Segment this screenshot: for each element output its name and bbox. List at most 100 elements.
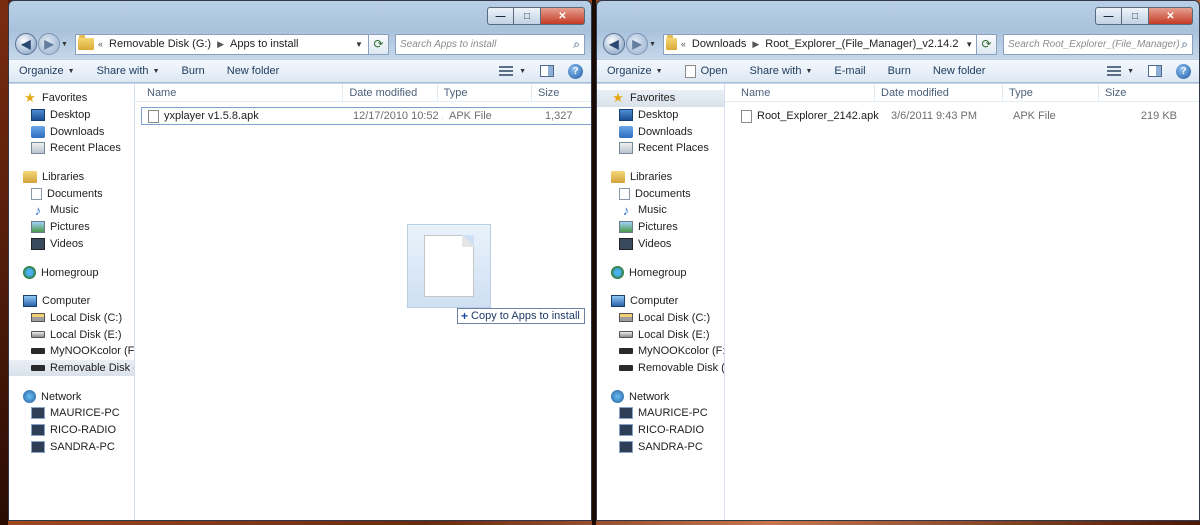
address-bar[interactable]: « Removable Disk (G:) ▶ Apps to install … [75,33,369,55]
change-view-icon[interactable] [1107,65,1122,77]
nav-favorites[interactable]: ★ Favorites [9,90,134,107]
breadcrumb-separator-icon[interactable]: ▶ [217,39,224,50]
nav-sandra-pc[interactable]: SANDRA-PC [9,438,134,455]
preview-pane-icon[interactable] [540,65,554,77]
minimize-button[interactable]: — [1095,7,1122,25]
nav-music[interactable]: ♪ Music [9,202,134,219]
nav-local-disk-e[interactable]: Local Disk (E:) [9,326,134,343]
nav-documents[interactable]: Documents [9,185,134,202]
nav-desktop[interactable]: Desktop [9,107,134,124]
view-options-dropdown[interactable]: ▼ [515,68,526,75]
nav-rico-radio[interactable]: RICO-RADIO [597,422,724,439]
forward-button[interactable]: ▶ [38,33,60,55]
nav-computer[interactable]: Computer [597,293,724,310]
burn-button[interactable]: Burn [888,65,911,77]
column-header-type[interactable]: Type [1003,84,1099,101]
new-folder-button[interactable]: New folder [933,65,986,77]
nav-maurice-pc[interactable]: MAURICE-PC [597,405,724,422]
nav-removable-disk-g[interactable]: Removable Disk (G:) [597,360,724,377]
nav-music[interactable]: ♪ Music [597,202,724,219]
column-header-name[interactable]: Name [135,84,344,101]
close-button[interactable]: ✕ [541,7,585,25]
table-row[interactable]: yxplayer v1.5.8.apk 12/17/2010 10:52 ...… [141,107,591,125]
nav-maurice-pc[interactable]: MAURICE-PC [9,405,134,422]
nav-removable-disk-g[interactable]: Removable Disk (G:) [9,359,134,377]
nav-local-disk-c[interactable]: Local Disk (C:) [597,310,724,327]
share-with-button[interactable]: Share with ▼ [97,65,160,77]
nav-network[interactable]: Network [597,388,724,405]
organize-button[interactable]: Organize ▼ [19,65,75,77]
nav-homegroup[interactable]: Homegroup [597,264,724,281]
change-view-icon[interactable] [499,65,514,77]
nav-libraries[interactable]: Libraries [9,169,134,186]
search-icon[interactable]: ⌕ [573,37,580,52]
share-with-button[interactable]: Share with ▼ [750,65,813,77]
nav-desktop[interactable]: Desktop [597,107,724,124]
address-bar[interactable]: « Downloads ▶ Root_Explorer_(File_Manage… [663,33,977,55]
back-button[interactable]: ◀ [15,33,37,55]
breadcrumb-item[interactable]: Root_Explorer_(File_Manager)_v2.14.2 [765,38,958,50]
address-dropdown-icon[interactable]: ▼ [964,40,974,49]
recent-pages-dropdown[interactable]: ▼ [649,41,659,48]
breadcrumb-item[interactable]: Downloads [692,38,746,50]
file-list[interactable]: Name Date modified Type Size yxplayer v1… [135,84,591,520]
organize-button[interactable]: Organize ▼ [607,65,663,77]
explorer-window-left[interactable]: — □ ✕ ◀ ▶ ▼ « Removable Disk (G:) ▶ Apps… [8,0,592,521]
nav-computer[interactable]: Computer [9,293,134,310]
column-header-size[interactable]: Size [1099,84,1179,101]
email-button[interactable]: E-mail [834,65,865,77]
nav-local-disk-c[interactable]: Local Disk (C:) [9,310,134,327]
address-dropdown-icon[interactable]: ▼ [352,40,366,49]
breadcrumb-separator-icon[interactable]: ▶ [752,39,759,50]
nav-pictures[interactable]: Pictures [597,219,724,236]
forward-button[interactable]: ▶ [626,33,648,55]
burn-button[interactable]: Burn [182,65,205,77]
nav-local-disk-e[interactable]: Local Disk (E:) [597,326,724,343]
nav-libraries[interactable]: Libraries [597,169,724,186]
column-header-type[interactable]: Type [438,84,532,101]
help-icon[interactable]: ? [568,63,583,79]
column-header-date[interactable]: Date modified [343,84,438,101]
back-button[interactable]: ◀ [603,33,625,55]
search-box[interactable]: Search Root_Explorer_(File_Manager)_... … [1003,33,1193,55]
nav-favorites[interactable]: ★ Favorites [597,90,724,107]
new-folder-button[interactable]: New folder [227,65,280,77]
close-button[interactable]: ✕ [1149,7,1193,25]
view-options-dropdown[interactable]: ▼ [1123,68,1134,75]
nav-recent-places[interactable]: Recent Places [9,140,134,157]
nav-homegroup[interactable]: Homegroup [9,264,134,281]
file-list[interactable]: Name Date modified Type Size Root_Explor… [725,84,1199,520]
nav-downloads[interactable]: Downloads [9,123,134,140]
recent-pages-dropdown[interactable]: ▼ [61,41,71,48]
minimize-button[interactable]: — [487,7,514,25]
column-header-name[interactable]: Name [725,84,875,101]
column-header-size[interactable]: Size [532,84,591,101]
nav-videos[interactable]: Videos [9,236,134,253]
help-icon[interactable]: ? [1176,63,1191,79]
maximize-button[interactable]: □ [1122,7,1149,25]
nav-network[interactable]: Network [9,388,134,405]
search-input[interactable]: Search Apps to install [400,39,571,50]
search-icon[interactable]: ⌕ [1181,37,1188,52]
preview-pane-icon[interactable] [1148,65,1162,77]
breadcrumb-item[interactable]: Removable Disk (G:) [109,38,211,50]
nav-videos[interactable]: Videos [597,236,724,253]
search-box[interactable]: Search Apps to install ⌕ [395,33,585,55]
open-button[interactable]: Open [684,64,728,78]
nav-rico-radio[interactable]: RICO-RADIO [9,422,134,439]
explorer-window-right[interactable]: — □ ✕ ◀ ▶ ▼ « Downloads ▶ Root_Explorer_… [596,0,1200,521]
nav-mynookcolor-f[interactable]: MyNOOKcolor (F:) [597,343,724,360]
nav-mynookcolor-f[interactable]: MyNOOKcolor (F:) [9,343,134,360]
nav-recent-places[interactable]: Recent Places [597,140,724,157]
search-input[interactable]: Search Root_Explorer_(File_Manager)_... [1008,39,1179,50]
nav-downloads[interactable]: Downloads [597,123,724,140]
refresh-button[interactable]: ⟳ [369,33,389,55]
column-header-date[interactable]: Date modified [875,84,1003,101]
refresh-button[interactable]: ⟳ [977,33,997,55]
maximize-button[interactable]: □ [514,7,541,25]
table-row[interactable]: Root_Explorer_2142.apk 3/6/2011 9:43 PM … [735,107,1199,125]
nav-pictures[interactable]: Pictures [9,219,134,236]
nav-sandra-pc[interactable]: SANDRA-PC [597,438,724,455]
nav-documents[interactable]: Documents [597,185,724,202]
breadcrumb-item[interactable]: Apps to install [230,38,298,50]
